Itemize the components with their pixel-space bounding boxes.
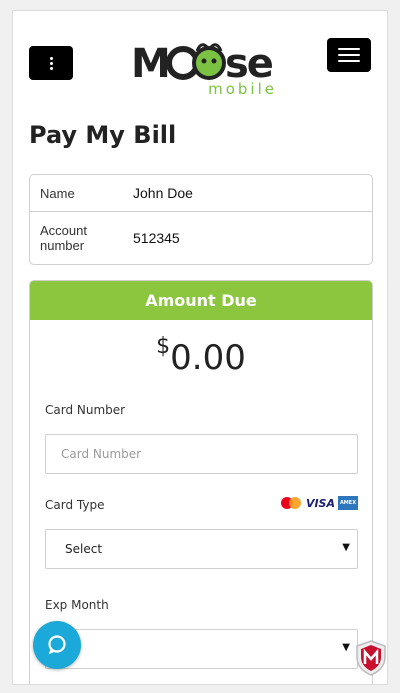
account-info-table: Name John Doe Account number 512345: [29, 174, 373, 265]
account-row-number: Account number 512345: [30, 212, 372, 264]
vertical-dots-icon: [49, 56, 53, 70]
payment-panel: Amount Due $0.00 Card Number Card Type V…: [29, 280, 373, 684]
card-number-input[interactable]: [45, 434, 358, 474]
account-label: Account number: [40, 223, 87, 253]
card-type-select[interactable]: Select ▼: [45, 529, 358, 569]
exp-month-label: Exp Month: [45, 598, 109, 612]
card-number-label: Card Number: [45, 403, 126, 417]
hamburger-menu-button[interactable]: [327, 38, 371, 72]
visa-icon: VISA: [305, 496, 335, 510]
dropdown-arrow-icon: ▼: [342, 542, 350, 553]
mcafee-shield-icon[interactable]: [355, 640, 387, 676]
amount-number: 0.00: [170, 338, 246, 378]
moose-mobile-logo[interactable]: M se mobile: [131, 33, 291, 99]
exp-month-select[interactable]: ▼: [45, 629, 358, 669]
page-container: M se mobile Pay My Bill Name John Doe Ac…: [12, 10, 388, 685]
vertical-dots-menu-button[interactable]: [29, 46, 73, 80]
amex-icon: AMEX: [338, 496, 358, 510]
svg-text:M: M: [131, 41, 169, 87]
dropdown-arrow-icon: ▼: [342, 642, 350, 653]
account-label: Name: [40, 185, 75, 201]
chat-bubble-icon: [48, 635, 66, 655]
logo-subtext: mobile: [208, 80, 277, 98]
accepted-cards: VISA AMEX: [280, 496, 358, 510]
card-type-selected: Select: [65, 542, 103, 556]
account-row-name: Name John Doe: [30, 175, 372, 212]
chat-button[interactable]: [33, 621, 81, 669]
site-header: M se mobile: [13, 11, 387, 111]
account-value: John Doe: [133, 185, 193, 201]
mastercard-icon: [280, 496, 303, 510]
amount-due-value: $0.00: [30, 334, 372, 378]
amount-due-header: Amount Due: [30, 281, 372, 320]
page-title: Pay My Bill: [29, 121, 177, 149]
account-value: 512345: [133, 230, 180, 246]
card-type-label: Card Type: [45, 498, 105, 512]
hamburger-icon: [338, 48, 360, 50]
currency-symbol: $: [156, 334, 171, 359]
